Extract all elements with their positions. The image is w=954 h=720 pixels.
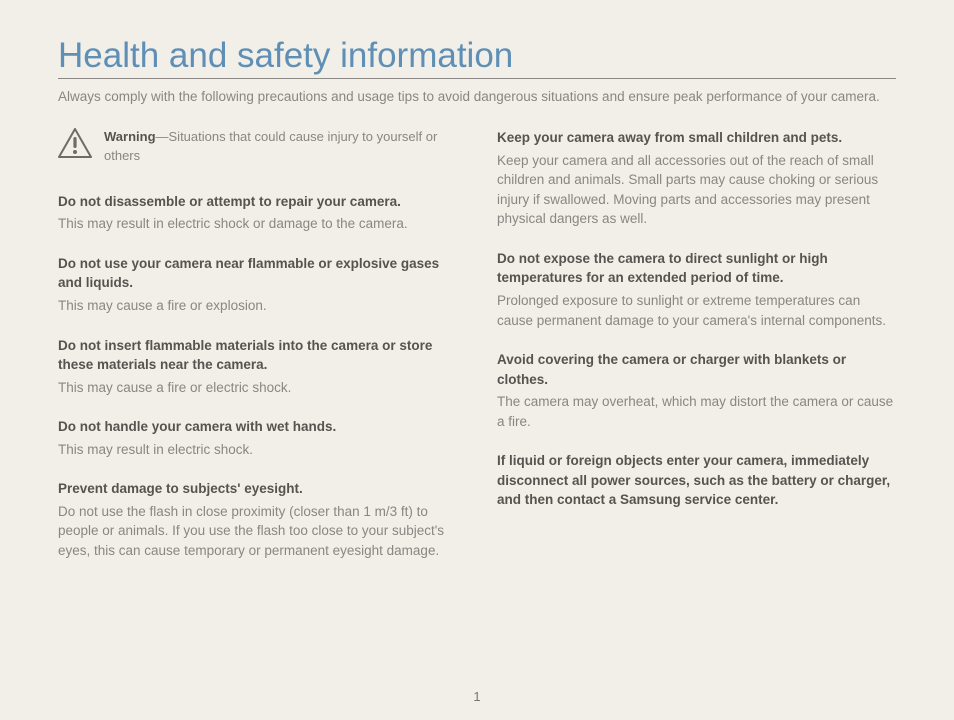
warning-icon [58,128,92,158]
page-title: Health and safety information [58,36,896,79]
safety-block: Prevent damage to subjects' eyesight. Do… [58,479,457,560]
block-heading: Do not expose the camera to direct sunli… [497,249,896,288]
block-body: Do not use the flash in close proximity … [58,502,457,561]
intro-text: Always comply with the following precaut… [58,89,896,104]
safety-block: Do not disassemble or attempt to repair … [58,192,457,234]
safety-block: If liquid or foreign objects enter your … [497,451,896,510]
block-heading: Keep your camera away from small childre… [497,128,896,148]
block-body: This may result in electric shock. [58,440,457,460]
warning-label: Warning [104,129,156,144]
page-number: 1 [0,689,954,704]
safety-block: Do not insert flammable materials into t… [58,336,457,398]
safety-block: Do not use your camera near flammable or… [58,254,457,316]
safety-block: Avoid covering the camera or charger wit… [497,350,896,431]
block-body: Prolonged exposure to sunlight or extrem… [497,291,896,330]
block-body: This may cause a fire or explosion. [58,296,457,316]
block-body: This may cause a fire or electric shock. [58,378,457,398]
safety-block: Keep your camera away from small childre… [497,128,896,229]
warning-text: Warning—Situations that could cause inju… [104,128,457,166]
block-heading: Do not insert flammable materials into t… [58,336,457,375]
block-heading: Prevent damage to subjects' eyesight. [58,479,457,499]
safety-block: Do not handle your camera with wet hands… [58,417,457,459]
block-heading: Avoid covering the camera or charger wit… [497,350,896,389]
left-column: Warning—Situations that could cause inju… [58,128,457,581]
safety-block: Do not expose the camera to direct sunli… [497,249,896,330]
block-body: Keep your camera and all accessories out… [497,151,896,229]
block-body: The camera may overheat, which may disto… [497,392,896,431]
warning-callout: Warning—Situations that could cause inju… [58,128,457,166]
right-column: Keep your camera away from small childre… [497,128,896,581]
block-heading: Do not disassemble or attempt to repair … [58,192,457,212]
content-columns: Warning—Situations that could cause inju… [58,128,896,581]
block-heading: Do not handle your camera with wet hands… [58,417,457,437]
block-heading: If liquid or foreign objects enter your … [497,451,896,510]
block-body: This may result in electric shock or dam… [58,214,457,234]
block-heading: Do not use your camera near flammable or… [58,254,457,293]
